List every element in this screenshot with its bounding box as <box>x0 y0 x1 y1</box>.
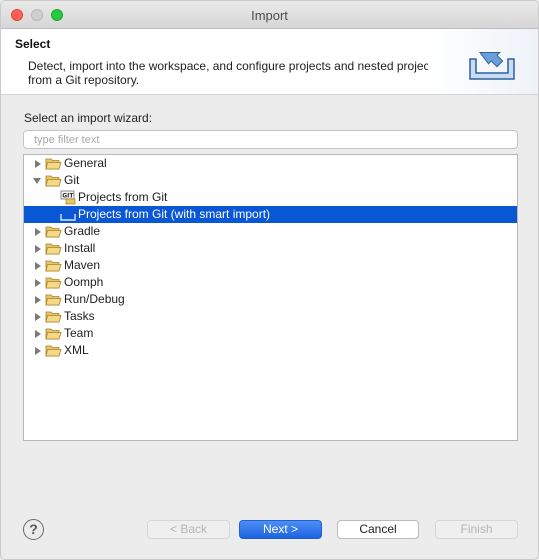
folder-icon <box>45 157 62 170</box>
tree-item-label: Projects from Git (with smart import) <box>78 207 271 221</box>
tree-item-label: Oomph <box>64 275 104 289</box>
tree-item-projects-from-git[interactable]: GIT Projects from Git <box>24 189 517 206</box>
folder-icon <box>45 344 62 357</box>
folder-icon <box>45 259 62 272</box>
tree-item-label: General <box>64 156 107 170</box>
tree-item-oomph[interactable]: Oomph <box>24 274 517 291</box>
tree-item-gradle[interactable]: Gradle <box>24 223 517 240</box>
tree-item-team[interactable]: Team <box>24 325 517 342</box>
tree-item-label: Install <box>64 241 96 255</box>
back-button[interactable]: < Back <box>147 520 230 539</box>
banner-title: Select <box>15 37 51 51</box>
expand-toggle-closed-icon[interactable] <box>35 330 41 338</box>
tree-item-tasks[interactable]: Tasks <box>24 308 517 325</box>
folder-icon <box>45 174 62 187</box>
folder-icon <box>45 276 62 289</box>
tree-item-label: Run/Debug <box>64 292 125 306</box>
title-bar: Import <box>1 1 538 29</box>
folder-icon <box>45 293 62 306</box>
tree-item-label: XML <box>64 343 89 357</box>
expand-toggle-closed-icon[interactable] <box>35 279 41 287</box>
tree-item-label: Tasks <box>64 309 95 323</box>
expand-toggle-closed-icon[interactable] <box>35 262 41 270</box>
tree-item-general[interactable]: General <box>24 155 517 172</box>
next-button[interactable]: Next > <box>239 520 322 539</box>
expand-toggle-closed-icon[interactable] <box>35 313 41 321</box>
help-button[interactable]: ? <box>23 519 44 540</box>
import-dialog: Import Select Detect, import into the wo… <box>0 0 539 560</box>
tree-item-install[interactable]: Install <box>24 240 517 257</box>
cancel-button[interactable]: Cancel <box>337 520 419 539</box>
tree-item-projects-from-git-with-smart-import[interactable]: Projects from Git (with smart import) <box>24 206 517 223</box>
folder-icon <box>45 242 62 255</box>
import-wizard-icon <box>469 51 515 80</box>
tree-item-label: Gradle <box>64 224 101 238</box>
expand-toggle-closed-icon[interactable] <box>35 245 41 253</box>
wizard-select-label: Select an import wizard: <box>24 111 153 125</box>
tree-item-git[interactable]: Git <box>24 172 517 189</box>
finish-button[interactable]: Finish <box>435 520 518 539</box>
expand-toggle-closed-icon[interactable] <box>35 347 41 355</box>
wizard-banner: Select Detect, import into the workspace… <box>1 29 538 95</box>
tree-item-run-debug[interactable]: Run/Debug <box>24 291 517 308</box>
expand-toggle-closed-icon[interactable] <box>35 160 41 168</box>
expand-toggle-closed-icon[interactable] <box>35 296 41 304</box>
tree-item-xml[interactable]: XML <box>24 342 517 359</box>
wizard-tree[interactable]: General Git GIT Projects from Git Projects f… <box>23 154 518 441</box>
banner-art <box>428 29 538 94</box>
svg-text:GIT: GIT <box>62 193 74 200</box>
window-title: Import <box>251 8 288 23</box>
folder-icon <box>45 225 62 238</box>
tree-item-maven[interactable]: Maven <box>24 257 517 274</box>
tree-item-label: Projects from Git <box>78 190 168 204</box>
folder-icon <box>45 310 62 323</box>
tree-item-label: Git <box>64 173 80 187</box>
tree-item-label: Maven <box>64 258 101 272</box>
filter-input[interactable] <box>23 130 518 149</box>
expand-toggle-closed-icon[interactable] <box>35 228 41 236</box>
banner-description: Detect, import into the workspace, and c… <box>28 59 439 87</box>
git-repo-icon: GIT <box>60 190 76 205</box>
folder-icon <box>45 327 62 340</box>
smart-import-icon <box>60 207 76 222</box>
expand-toggle-open-icon[interactable] <box>33 178 41 184</box>
tree-item-label: Team <box>64 326 94 340</box>
